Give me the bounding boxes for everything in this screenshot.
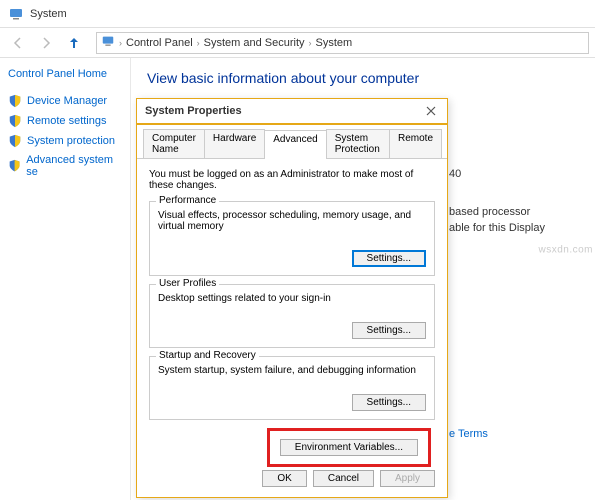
profiles-settings-button[interactable]: Settings... [352, 322, 426, 339]
sidebar-item-label: System protection [27, 135, 115, 147]
highlight-box: Environment Variables... [267, 428, 431, 467]
group-title: User Profiles [156, 278, 219, 289]
group-text: System startup, system failure, and debu… [158, 365, 426, 376]
group-text: Visual effects, processor scheduling, me… [158, 210, 426, 232]
nav-forward-button[interactable] [34, 31, 58, 55]
tab-computer-name[interactable]: Computer Name [143, 129, 205, 158]
group-title: Performance [156, 195, 219, 206]
watermark: wsxdn.com [538, 245, 593, 256]
tab-hardware[interactable]: Hardware [204, 129, 265, 158]
close-button[interactable] [423, 103, 439, 119]
chevron-right-icon: › [309, 38, 312, 48]
breadcrumb-item[interactable]: System and Security [204, 37, 305, 49]
nav-back-button[interactable] [6, 31, 30, 55]
group-text: Desktop settings related to your sign-in [158, 293, 426, 304]
sidebar-item-label: Advanced system se [26, 154, 122, 178]
window-titlebar: System [0, 0, 595, 28]
startup-settings-button[interactable]: Settings... [352, 394, 426, 411]
sidebar-item-label: Remote settings [27, 115, 106, 127]
group-title: Startup and Recovery [156, 350, 259, 361]
sidebar: Control Panel Home Device Manager Remote… [0, 58, 130, 500]
nav-bar: › Control Panel › System and Security › … [0, 28, 595, 58]
startup-recovery-group: Startup and Recovery System startup, sys… [149, 356, 435, 420]
sidebar-item-remote-settings[interactable]: Remote settings [8, 114, 122, 128]
sidebar-item-device-manager[interactable]: Device Manager [8, 94, 122, 108]
dialog-titlebar[interactable]: System Properties [137, 99, 447, 125]
chevron-right-icon: › [119, 38, 122, 48]
dialog-title: System Properties [145, 105, 242, 117]
peek-text: able for this Display [449, 222, 545, 234]
system-properties-dialog: System Properties Computer Name Hardware… [136, 98, 448, 498]
peek-text: based processor [449, 206, 545, 218]
content-heading: View basic information about your comput… [147, 70, 579, 86]
apply-button[interactable]: Apply [380, 470, 435, 487]
shield-icon [8, 94, 22, 108]
nav-up-button[interactable] [62, 31, 86, 55]
license-link[interactable]: e Terms [449, 428, 488, 440]
breadcrumb[interactable]: › Control Panel › System and Security › … [96, 32, 589, 54]
cancel-button[interactable]: Cancel [313, 470, 374, 487]
dialog-body: You must be logged on as an Administrato… [137, 159, 447, 477]
performance-settings-button[interactable]: Settings... [352, 250, 426, 267]
breadcrumb-item[interactable]: Control Panel [126, 37, 193, 49]
shield-icon [8, 114, 22, 128]
sidebar-home-link[interactable]: Control Panel Home [8, 68, 122, 80]
tab-remote[interactable]: Remote [389, 129, 442, 158]
dialog-button-row: OK Cancel Apply [262, 470, 435, 487]
peek-text: 40 [449, 168, 461, 180]
window-title: System [30, 8, 67, 20]
admin-note: You must be logged on as an Administrato… [149, 169, 435, 191]
sidebar-item-label: Device Manager [27, 95, 107, 107]
chevron-right-icon: › [197, 38, 200, 48]
sidebar-item-advanced-settings[interactable]: Advanced system se [8, 154, 122, 178]
sidebar-item-system-protection[interactable]: System protection [8, 134, 122, 148]
tab-system-protection[interactable]: System Protection [326, 129, 390, 158]
user-profiles-group: User Profiles Desktop settings related t… [149, 284, 435, 348]
performance-group: Performance Visual effects, processor sc… [149, 201, 435, 276]
system-icon [8, 6, 24, 22]
ok-button[interactable]: OK [262, 470, 306, 487]
shield-icon [8, 159, 21, 173]
dialog-tabs: Computer Name Hardware Advanced System P… [137, 125, 447, 159]
breadcrumb-item[interactable]: System [316, 37, 353, 49]
tab-advanced[interactable]: Advanced [264, 130, 326, 159]
environment-variables-button[interactable]: Environment Variables... [280, 439, 418, 456]
computer-icon [101, 34, 115, 51]
shield-icon [8, 134, 22, 148]
